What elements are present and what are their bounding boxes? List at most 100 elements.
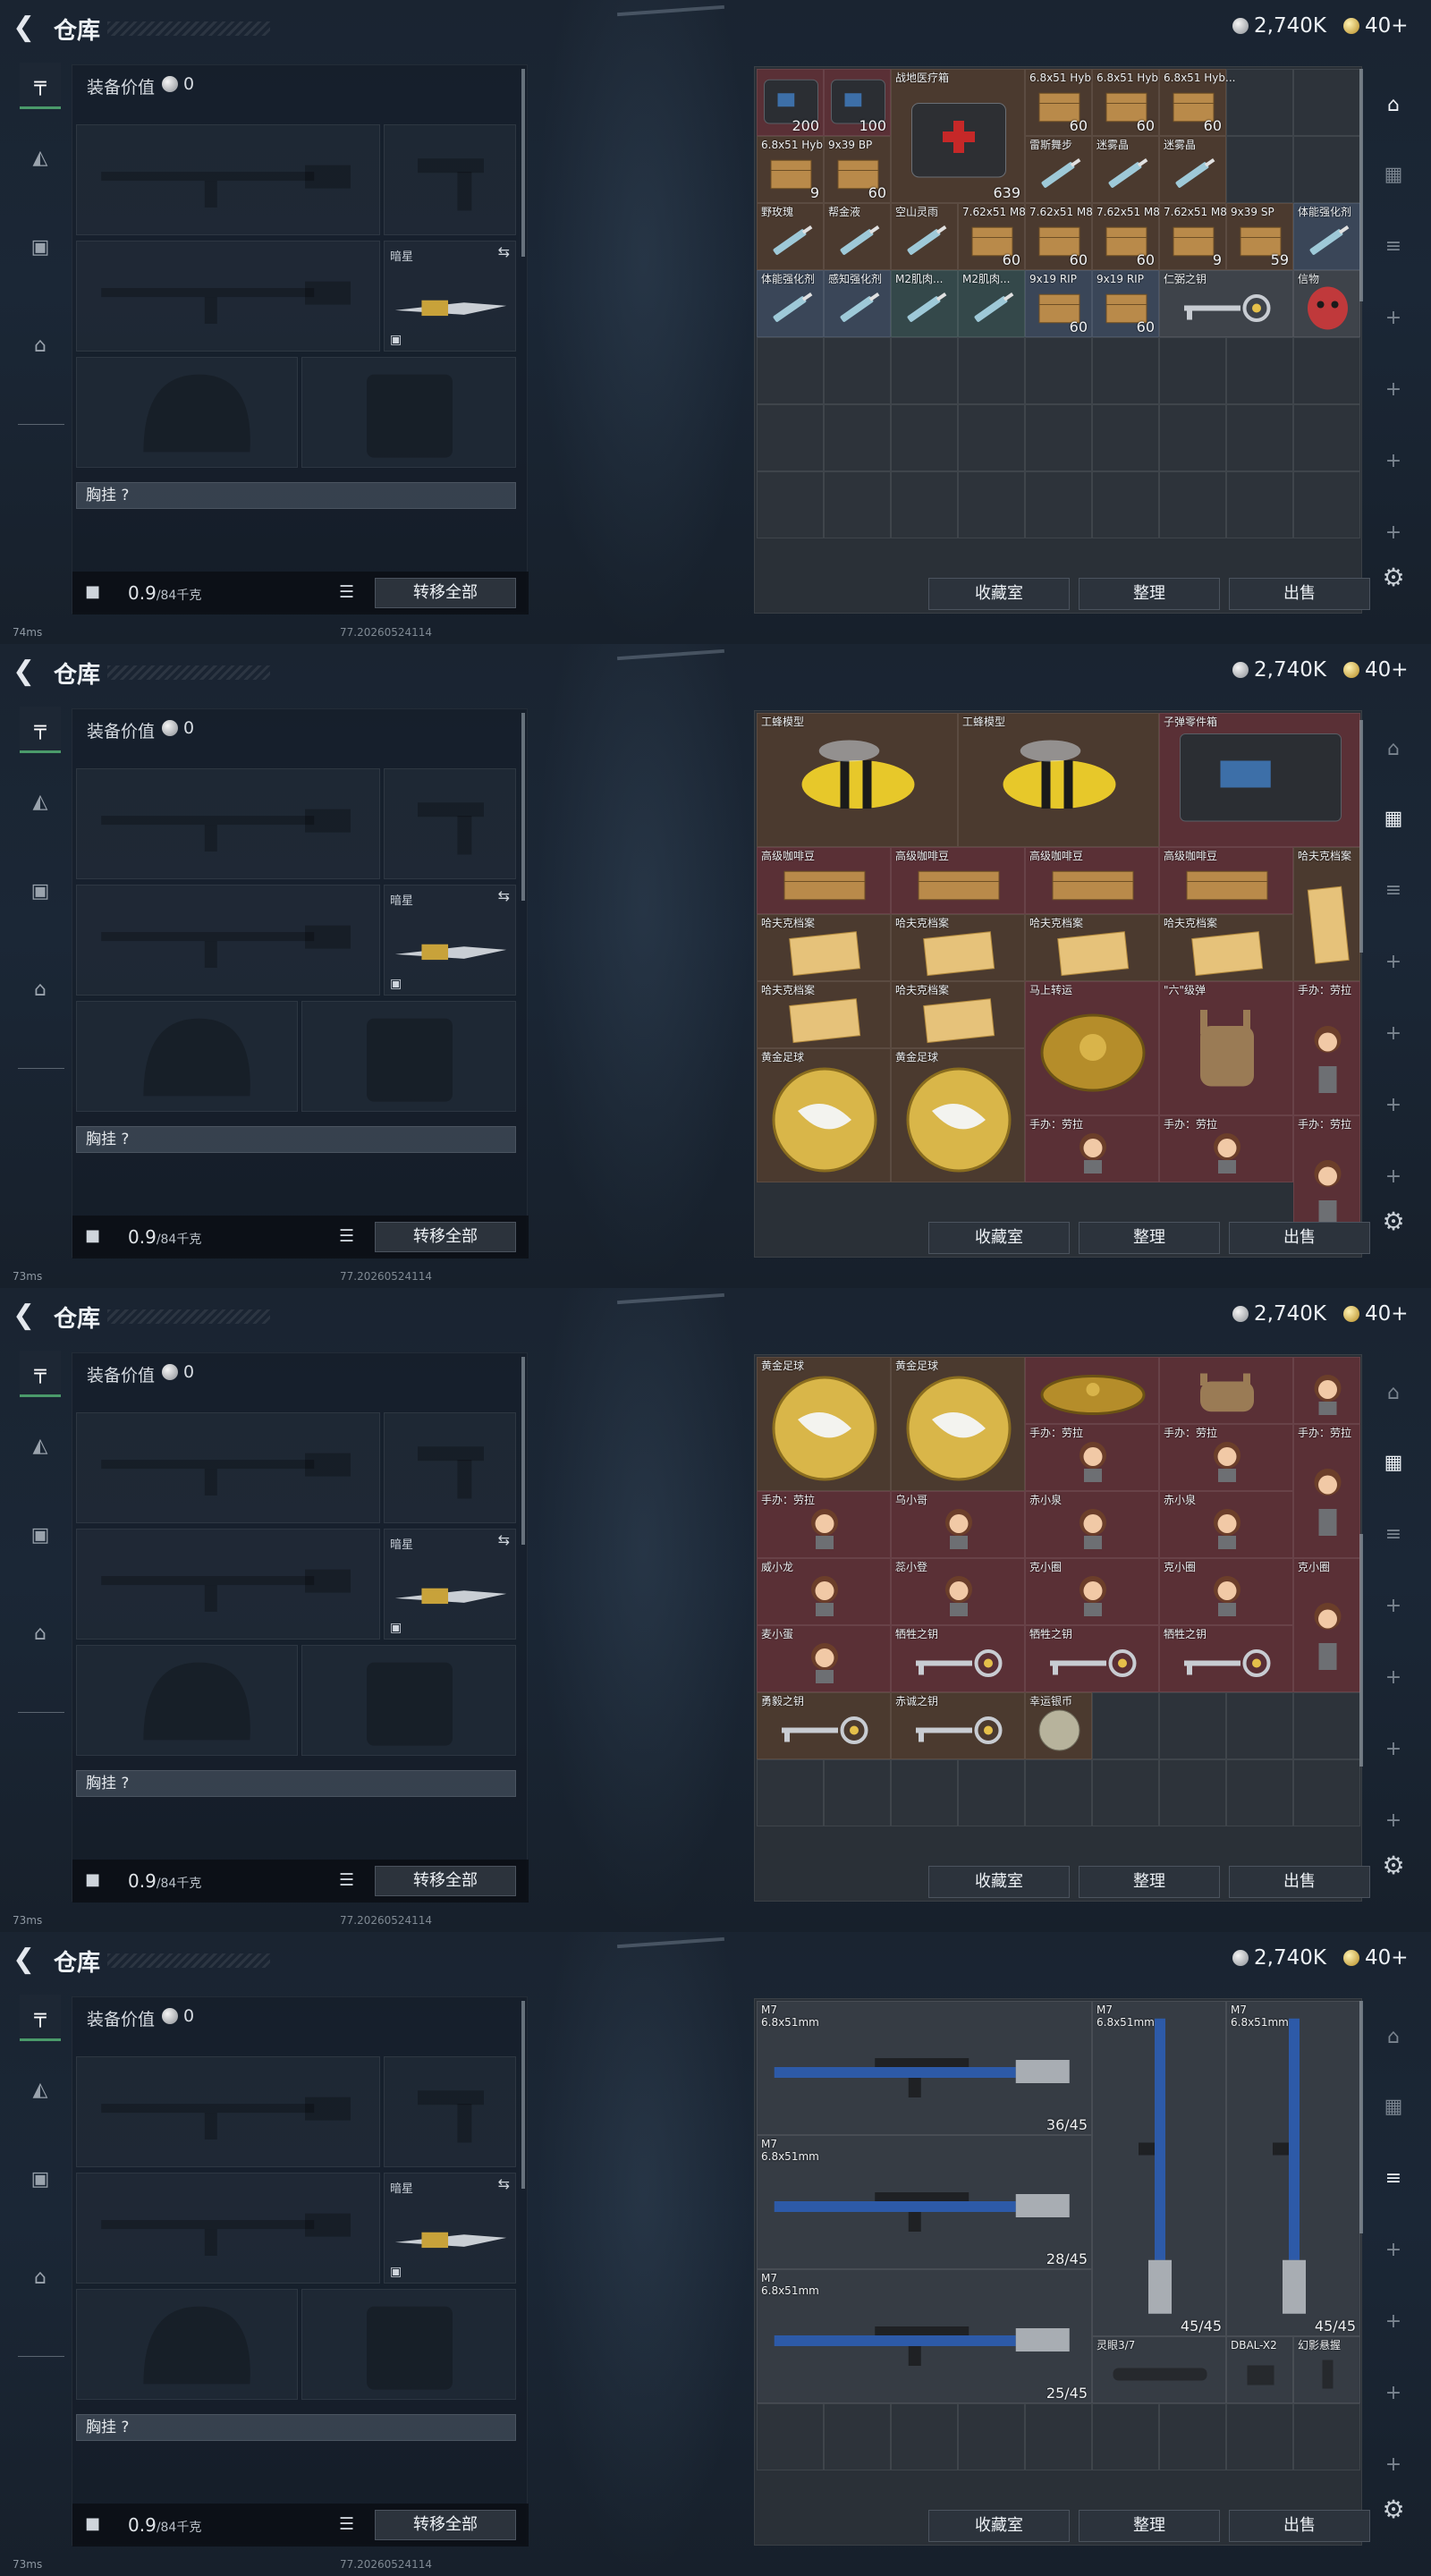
inventory-item[interactable]: 9x39 SP 59	[1226, 203, 1293, 270]
inventory-item[interactable]: 6.8x51 Hyb... 60	[1025, 69, 1101, 136]
empty-slot[interactable]	[958, 2403, 1025, 2470]
empty-slot[interactable]	[1293, 2403, 1360, 2470]
pistol-slot[interactable]	[384, 1412, 516, 1523]
empty-slot[interactable]	[1226, 69, 1293, 136]
back-arrow-icon[interactable]: ❮	[13, 1945, 38, 1977]
gear-icon[interactable]: ⚙	[1377, 2494, 1410, 2526]
inventory-item[interactable]: 马上转运	[1025, 981, 1159, 1115]
storage-tab[interactable]: +	[1374, 1086, 1413, 1125]
primary-weapon-slot[interactable]	[76, 768, 380, 879]
inventory-item[interactable]: 手办：劳拉	[1025, 1115, 1159, 1182]
empty-slot[interactable]	[1025, 1759, 1092, 1826]
empty-slot[interactable]	[891, 2403, 958, 2470]
empty-slot[interactable]	[1092, 471, 1159, 538]
empty-slot[interactable]	[958, 471, 1025, 538]
inventory-item[interactable]: 灵眼3/7	[1092, 2336, 1226, 2403]
tab-helmet-icon[interactable]: ◭	[20, 1422, 61, 1469]
inventory-item[interactable]: 7.62x51 M80 60	[1092, 203, 1167, 270]
inventory-item[interactable]: 信物	[1293, 270, 1360, 337]
storage-tab[interactable]: +	[1374, 1014, 1413, 1054]
inventory-item[interactable]: 9x19 RIP 60	[1092, 270, 1159, 337]
equipment-scrollbar[interactable]	[521, 1357, 525, 1545]
inventory-item[interactable]: 体能强化剂	[757, 270, 824, 337]
empty-slot[interactable]	[1159, 1759, 1226, 1826]
gold-balance[interactable]: 40+	[1343, 658, 1409, 682]
inventory-item[interactable]: 子弹零件箱	[1159, 713, 1360, 847]
inventory-item[interactable]: M7 6.8x51mm 45/45	[1226, 2001, 1360, 2336]
inventory-item[interactable]: 黄金足球	[891, 1357, 1025, 1491]
empty-slot[interactable]	[1293, 1759, 1360, 1826]
inventory-item[interactable]: 手办：劳拉	[1159, 1424, 1293, 1491]
primary-weapon-slot[interactable]	[76, 1412, 380, 1523]
helmet-slot[interactable]	[76, 1645, 298, 1756]
inventory-item[interactable]: 哈夫克档案	[891, 914, 1025, 981]
inventory-item[interactable]: 工蜂模型	[757, 713, 958, 847]
storage-tab[interactable]: ▦	[1374, 1444, 1413, 1483]
storage-scrollbar[interactable]	[1359, 1534, 1363, 1767]
empty-slot[interactable]	[891, 404, 958, 471]
inventory-item[interactable]: DBAL-X2	[1226, 2336, 1293, 2403]
storage-tab[interactable]: +	[1374, 1730, 1413, 1769]
empty-slot[interactable]	[1159, 1692, 1226, 1759]
storage-tab[interactable]: +	[1374, 2302, 1413, 2342]
sort-button[interactable]: 整理	[1079, 2510, 1220, 2542]
chest-rig-slot[interactable]: 胸挂 ?	[76, 1126, 516, 1153]
empty-slot[interactable]	[824, 337, 891, 404]
inventory-item[interactable]: 蕊小登	[891, 1558, 1025, 1625]
sell-button[interactable]: 出售	[1229, 1866, 1370, 1898]
inventory-item[interactable]: M7 6.8x51mm 28/45	[757, 2135, 1092, 2269]
primary-weapon-slot[interactable]	[76, 124, 380, 235]
swap-icon[interactable]: ⇆	[498, 243, 510, 260]
storage-tab[interactable]: +	[1374, 1157, 1413, 1197]
tab-vest-icon[interactable]: ▣	[20, 2156, 61, 2202]
tab-gun-icon[interactable]: ╤	[20, 707, 61, 753]
sell-button[interactable]: 出售	[1229, 578, 1370, 610]
empty-slot[interactable]	[1226, 1692, 1293, 1759]
empty-slot[interactable]	[824, 471, 891, 538]
gear-icon[interactable]: ⚙	[1377, 1850, 1410, 1882]
storage-tab[interactable]: +	[1374, 943, 1413, 982]
inventory-item[interactable]: 赤小泉	[1159, 1491, 1293, 1558]
chest-rig-slot[interactable]: 胸挂 ?	[76, 1770, 516, 1797]
armor-slot[interactable]	[301, 1001, 516, 1112]
secondary-weapon-slot[interactable]	[76, 885, 380, 996]
gold-balance[interactable]: 40+	[1343, 1946, 1409, 1970]
empty-slot[interactable]	[1025, 337, 1092, 404]
list-icon[interactable]: ☰	[339, 2514, 354, 2534]
tab-helmet-icon[interactable]: ◭	[20, 134, 61, 181]
list-icon[interactable]: ☰	[339, 1226, 354, 1246]
pistol-slot[interactable]	[384, 768, 516, 879]
transfer-all-button[interactable]: 转移全部	[375, 1222, 516, 1252]
inventory-item[interactable]: M2肌肉...	[891, 270, 958, 337]
inventory-item[interactable]: "六"级弹	[1159, 981, 1293, 1115]
inventory-item[interactable]: 9x19 RIP 60	[1025, 270, 1092, 337]
inventory-item[interactable]: 赤小泉	[1025, 1491, 1159, 1558]
helmet-slot[interactable]	[76, 1001, 298, 1112]
tab-vest-icon[interactable]: ▣	[20, 224, 61, 270]
armor-slot[interactable]	[301, 357, 516, 468]
empty-slot[interactable]	[958, 404, 1025, 471]
transfer-all-button[interactable]: 转移全部	[375, 578, 516, 608]
empty-slot[interactable]	[958, 1759, 1025, 1826]
inventory-item[interactable]	[1159, 1357, 1293, 1424]
storage-tab[interactable]: +	[1374, 1801, 1413, 1841]
collection-room-button[interactable]: 收藏室	[928, 2510, 1070, 2542]
collection-room-button[interactable]: 收藏室	[928, 1222, 1070, 1254]
inventory-item[interactable]: 手办：劳拉	[1159, 1115, 1293, 1182]
inventory-item[interactable]: 黄金足球	[757, 1357, 891, 1491]
inventory-item[interactable]: 感知强化剂	[824, 270, 891, 337]
inventory-item[interactable]: 手办：劳拉	[1025, 1424, 1159, 1491]
secondary-weapon-slot[interactable]	[76, 241, 380, 352]
storage-tab[interactable]: ≡	[1374, 2159, 1413, 2199]
inventory-item[interactable]: 牺牲之钥	[1159, 1625, 1293, 1692]
tab-gun-icon[interactable]: ╤	[20, 1351, 61, 1397]
gear-icon[interactable]: ⚙	[1377, 562, 1410, 594]
swap-icon[interactable]: ⇆	[498, 887, 510, 904]
inventory-item[interactable]: 7.62x51 M80 60	[958, 203, 1033, 270]
empty-slot[interactable]	[1293, 404, 1360, 471]
storage-tab[interactable]: +	[1374, 2374, 1413, 2413]
tab-vest-icon[interactable]: ▣	[20, 868, 61, 914]
inventory-item[interactable]: 6.8x51 Hyb... 60	[1092, 69, 1168, 136]
inventory-item[interactable]: 高级咖啡豆	[1159, 847, 1293, 914]
storage-tab[interactable]: ≡	[1374, 227, 1413, 267]
